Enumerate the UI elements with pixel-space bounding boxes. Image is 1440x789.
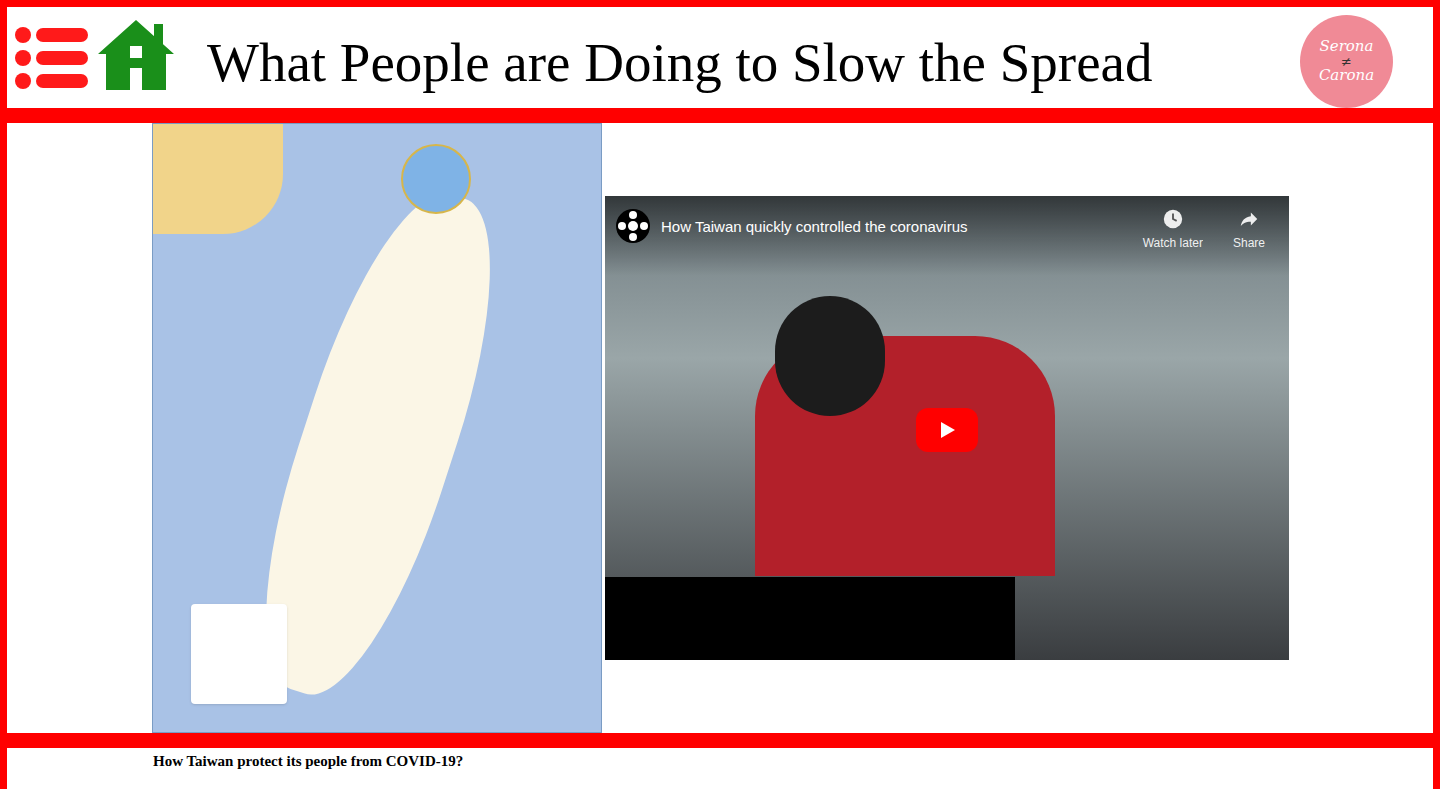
video-player[interactable]: How Taiwan quickly controlled the corona… — [605, 196, 1289, 660]
play-icon — [937, 420, 957, 440]
menu-button[interactable] — [14, 25, 90, 91]
section-heading: How Taiwan protect its people from COVID… — [153, 752, 1433, 770]
video-action[interactable]: Share — [1233, 208, 1265, 252]
video-action[interactable]: Watch later — [1143, 208, 1203, 252]
share-icon — [1238, 208, 1260, 230]
play-button[interactable] — [916, 408, 978, 452]
channel-logo-icon — [615, 208, 651, 244]
clock-icon — [1162, 208, 1184, 230]
article-section: How Taiwan protect its people from COVID… — [7, 748, 1433, 789]
page-header: What People are Doing to Slow the Spread… — [7, 7, 1433, 108]
home-icon — [96, 16, 176, 92]
menu-icon — [14, 25, 90, 91]
home-button[interactable] — [96, 16, 176, 92]
site-logo[interactable]: Serona≠Carona — [1300, 15, 1393, 108]
taiwan-map-image — [152, 123, 602, 733]
page-title: What People are Doing to Slow the Spread — [207, 35, 1152, 90]
media-section: How Taiwan quickly controlled the corona… — [7, 123, 1433, 733]
video-title[interactable]: How Taiwan quickly controlled the corona… — [661, 216, 968, 239]
